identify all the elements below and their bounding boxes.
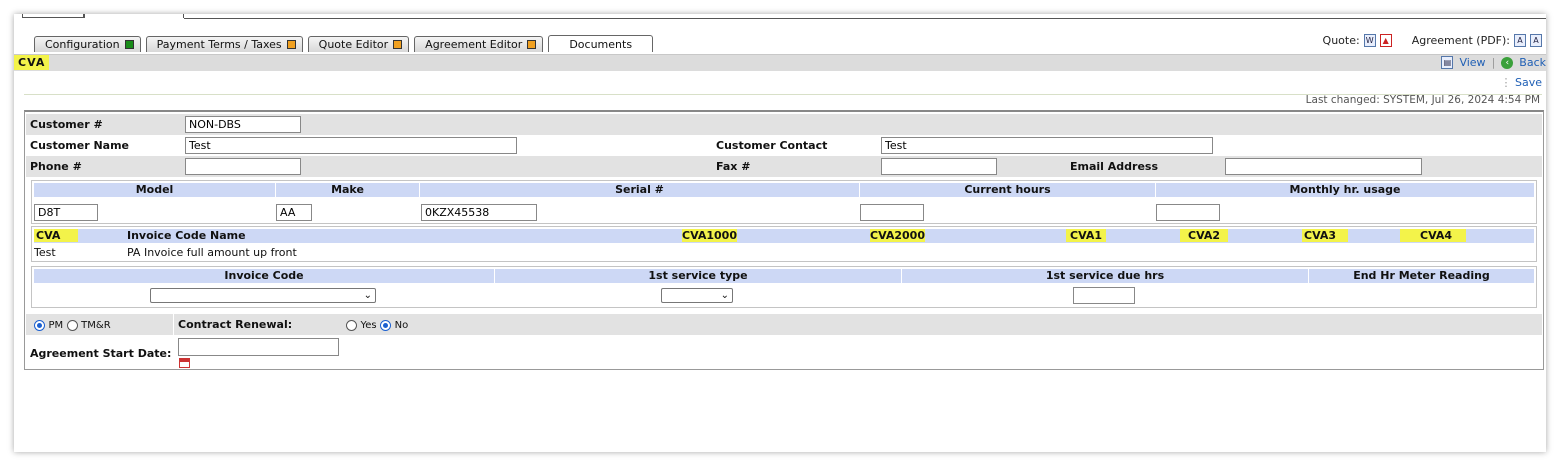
email-input[interactable] [1225,158,1422,175]
tab-quote-editor[interactable]: Quote Editor [307,36,410,52]
yes-label: Yes [360,320,377,331]
status-square-icon [393,40,403,49]
machine-header: Model Make Serial # Current hours Monthl… [34,183,1534,197]
customer-contact-label: Customer Contact [716,139,828,152]
invoice-code-name-header: Invoice Code Name [127,229,246,242]
service-type-select[interactable]: ⌄ [661,288,733,303]
model-header: Model [34,183,276,197]
tab-label: Quote Editor [318,38,389,51]
customer-contact-input[interactable] [881,137,1213,154]
contract-renewal-label: Contract Renewal: [178,318,293,331]
app-window: Configuration Payment Terms / Taxes Quot… [14,14,1546,452]
pdf-icon[interactable]: ▲ [1379,34,1392,47]
first-service-due-header: 1st service due hrs [902,269,1309,283]
pdf-a-alt-icon[interactable]: A [1530,34,1542,47]
service-due-input[interactable] [1073,287,1135,304]
chevron-down-icon: ⌄ [720,290,729,301]
last-changed: Last changed: SYSTEM, Jul 26, 2024 4:54 … [1305,94,1540,106]
tmr-label: TM&R [81,320,111,331]
serial-header: Serial # [420,183,860,197]
start-date-input[interactable] [178,338,339,356]
tab-label: Agreement Editor [425,38,523,51]
phone-input[interactable] [185,158,301,175]
status-square-icon [286,40,296,49]
service-box: Invoice Code 1st service type 1st servic… [31,266,1537,308]
end-hr-meter-header: End Hr Meter Reading [1353,269,1490,282]
chevron-down-icon: ⌄ [363,290,372,301]
invoice-code-header: Invoice Code [34,269,495,283]
start-date-row: Agreement Start Date: [26,336,1542,370]
fax-input[interactable] [881,158,997,175]
tab-label: Documents [569,37,633,51]
quote-label: Quote: [1322,34,1360,47]
phone-label: Phone # [30,160,82,173]
model-input[interactable] [34,204,98,221]
cva2000-header: CVA2000 [870,229,925,242]
calendar-icon[interactable] [179,358,190,368]
cva-header: CVA [34,229,78,242]
title-bar: CVA ▤ View | ‹ Back [14,54,1546,71]
invoice-code-table: CVA Invoice Code Name CVA1000 CVA2000 CV… [31,226,1537,262]
service-header: Invoice Code 1st service type 1st servic… [34,269,1534,283]
view-link[interactable]: View [1459,55,1485,70]
invoice-code-name-cell: PA Invoice full amount up front [127,246,297,259]
tab-payment-terms[interactable]: Payment Terms / Taxes [145,36,303,52]
pdf-a-icon[interactable]: A [1514,34,1526,47]
make-header: Make [276,183,420,197]
customer-number-row: Customer # [26,114,1542,135]
tab-label: Configuration [45,38,120,51]
page-title: CVA [14,55,50,70]
tmr-radio[interactable] [66,319,78,331]
machine-box: Model Make Serial # Current hours Monthl… [31,180,1537,224]
current-hours-header: Current hours [860,183,1156,197]
top-strip [14,14,1546,20]
cva2-header: CVA2 [1180,229,1229,242]
email-label: Email Address [1070,160,1159,173]
monthly-usage-input[interactable] [1156,204,1220,221]
title-actions: ▤ View | ‹ Back [1441,55,1546,70]
tab-configuration[interactable]: Configuration [34,36,141,52]
agreement-pdf-label: Agreement (PDF): [1411,34,1510,47]
phone-row: Phone # Fax # Email Address [26,156,1542,177]
customer-number-label: Customer # [30,118,103,131]
first-service-type-header: 1st service type [495,269,902,283]
make-input[interactable] [276,204,312,221]
cva3-header: CVA3 [1302,229,1349,242]
cva4-header: CVA4 [1400,229,1467,242]
back-icon: ‹ [1501,56,1514,69]
status-square-icon [124,40,134,49]
invoice-code-select[interactable]: ⌄ [150,288,376,303]
customer-number-input[interactable] [185,116,301,133]
invoice-header: CVA Invoice Code Name CVA1000 CVA2000 CV… [34,229,1534,243]
customer-name-label: Customer Name [30,139,129,152]
invoice-cva-cell: Test [34,246,56,259]
no-label: No [394,320,409,331]
agreement-form: Customer # Customer Name Customer Contac… [24,110,1544,370]
tab-agreement-editor[interactable]: Agreement Editor [414,36,544,52]
save-row: ⋮ Save [1500,76,1542,89]
fax-label: Fax # [716,160,751,173]
word-doc-icon[interactable]: W [1363,34,1376,47]
current-hours-input[interactable] [860,204,924,221]
back-link[interactable]: Back [1519,55,1546,70]
serial-input[interactable] [421,204,537,221]
agreement-start-label: Agreement Start Date: [30,347,172,360]
renewal-yes-radio[interactable] [346,319,357,331]
view-icon: ▤ [1441,56,1454,69]
save-link[interactable]: Save [1515,76,1542,89]
cva1000-header: CVA1000 [682,229,737,242]
document-links: Quote: W ▲ Agreement (PDF): A A [1323,34,1542,47]
cva1-header: CVA1 [1066,229,1107,242]
pm-label: PM [48,320,64,331]
agreement-type-row: PM TM&R Contract Renewal: Yes No [26,314,1542,335]
renewal-no-radio[interactable] [380,319,392,331]
tab-documents[interactable]: Documents [548,35,654,52]
tab-bar: Configuration Payment Terms / Taxes Quot… [34,35,658,52]
tab-label: Payment Terms / Taxes [156,38,282,51]
monthly-usage-header: Monthly hr. usage [1289,183,1401,196]
pm-radio[interactable] [34,319,45,331]
status-square-icon [527,40,537,49]
customer-name-input[interactable] [185,137,517,154]
customer-name-row: Customer Name Customer Contact [26,135,1542,156]
